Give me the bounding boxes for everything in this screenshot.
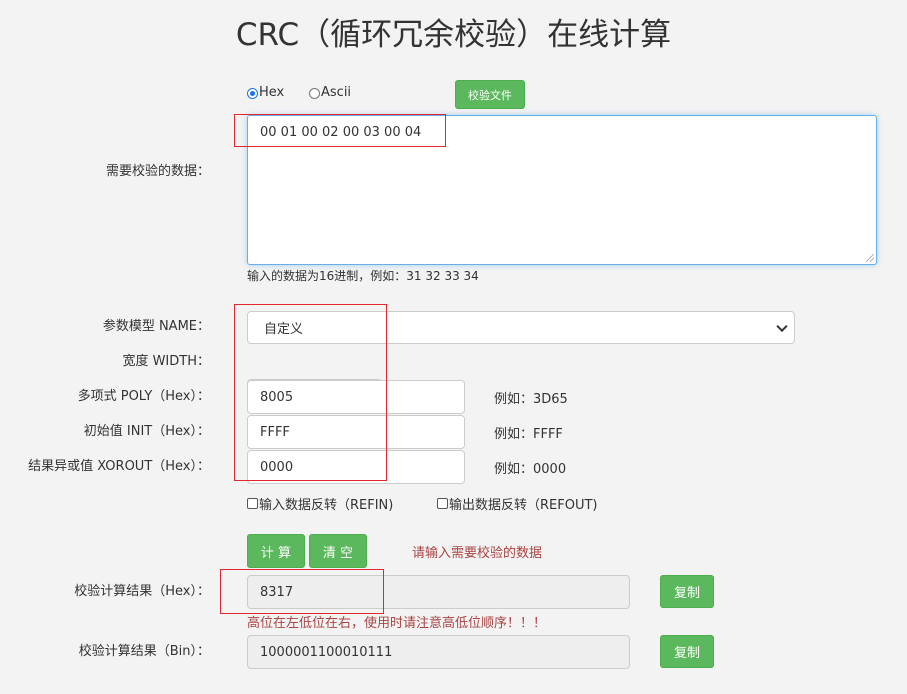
hex-radio-label: Hex [259, 85, 285, 100]
refin-checkbox-box[interactable] [247, 498, 258, 509]
refout-label: 输出数据反转（REFOUT) [449, 498, 598, 513]
resize-handle-icon[interactable] [866, 254, 874, 262]
copy-bin-button[interactable]: 复制 [660, 635, 714, 668]
init-input[interactable]: FFFF [247, 415, 465, 449]
xorout-example: 例如：0000 [494, 462, 567, 477]
bin-result-value: 1000001100010111 [260, 644, 393, 660]
xorout-label: 结果异或值 XOROUT（Hex）： [28, 459, 210, 474]
calculate-button[interactable]: 计 算 [247, 534, 305, 568]
refout-checkbox-box[interactable] [437, 498, 448, 509]
byte-order-note: 高位在左低位在右，使用时请注意高低位顺序！！！ [247, 616, 547, 631]
hex-result-value: 8317 [260, 584, 294, 600]
ascii-radio[interactable]: Ascii [309, 85, 351, 101]
ascii-radio-label: Ascii [321, 85, 352, 100]
init-example: 例如：FFFF [494, 427, 563, 442]
data-textarea-value: 00 01 00 02 00 03 00 04 [260, 125, 422, 140]
status-message: 请输入需要校验的数据 [412, 546, 543, 561]
init-label: 初始值 INIT（Hex）： [83, 424, 210, 439]
init-input-value: FFFF [260, 424, 290, 440]
clear-button[interactable]: 清 空 [309, 534, 367, 568]
poly-label: 多项式 POLY（Hex）： [77, 389, 210, 404]
copy-hex-button[interactable]: 复制 [660, 575, 714, 608]
poly-input[interactable]: 8005 [247, 380, 465, 414]
hex-result-label: 校验计算结果（Hex）： [74, 584, 210, 599]
model-select[interactable]: 自定义 [247, 311, 795, 344]
model-label: 参数模型 NAME： [102, 319, 210, 334]
data-input-label: 需要校验的数据： [105, 164, 210, 179]
check-file-button[interactable]: 校验文件 [455, 80, 525, 109]
hex-result-field[interactable]: 8317 [247, 575, 630, 609]
chevron-down-icon [776, 320, 788, 332]
data-input-hint: 输入的数据为16进制，例如：31 32 33 34 [247, 269, 479, 283]
refout-checkbox[interactable]: 输出数据反转（REFOUT) [437, 494, 598, 513]
hex-radio-indicator[interactable] [247, 87, 258, 99]
refin-label: 输入数据反转（REFIN) [259, 498, 394, 513]
model-select-value: 自定义 [264, 322, 304, 337]
width-label: 宽度 WIDTH： [122, 354, 210, 369]
poly-input-value: 8005 [260, 389, 294, 405]
hex-radio[interactable]: Hex [247, 85, 284, 101]
xorout-input[interactable]: 0000 [247, 450, 465, 484]
bin-result-label: 校验计算结果（Bin）： [78, 644, 210, 659]
refin-checkbox[interactable]: 输入数据反转（REFIN) [247, 494, 393, 513]
data-textarea[interactable]: 00 01 00 02 00 03 00 04 [247, 115, 877, 265]
page-title: CRC（循环冗余校验）在线计算 [235, 17, 672, 53]
poly-example: 例如：3D65 [494, 392, 568, 407]
xorout-input-value: 0000 [260, 459, 294, 475]
bin-result-field[interactable]: 1000001100010111 [247, 635, 630, 669]
ascii-radio-indicator[interactable] [309, 87, 320, 99]
